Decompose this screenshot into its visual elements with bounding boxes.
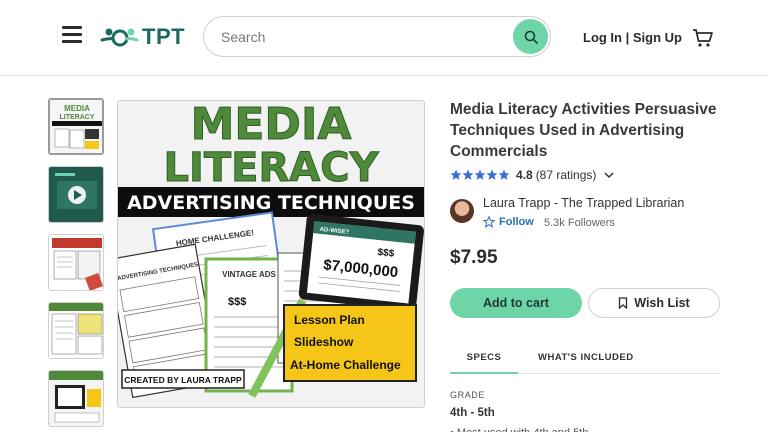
cover-banner: ADVERTISING TECHNIQUES xyxy=(127,192,415,214)
product-price: $7.95 xyxy=(450,247,498,268)
product-rating[interactable]: 4.8 (87 ratings) xyxy=(450,168,614,182)
search-icon xyxy=(524,30,538,44)
grade-note: • Most used with 4th and 5th xyxy=(450,427,588,432)
logo-mark-icon xyxy=(100,24,140,50)
grade-label: GRADE xyxy=(450,390,486,400)
thumbnail-4[interactable] xyxy=(48,302,104,359)
login-signup-link[interactable]: Log In | Sign Up xyxy=(583,30,682,45)
thumbnail-2[interactable] xyxy=(48,166,104,223)
followers-count: 5.3k Followers xyxy=(544,217,615,229)
add-to-cart-button[interactable]: Add to cart xyxy=(450,288,582,318)
seller-name[interactable]: Laura Trapp - The Trapped Librarian xyxy=(483,196,684,210)
site-header: TPT Log In | Sign Up xyxy=(0,0,768,76)
svg-text:MEDIA: MEDIA xyxy=(64,104,90,113)
logo-text: TPT xyxy=(142,24,186,49)
star-outline-icon xyxy=(483,216,495,228)
bookmark-icon xyxy=(619,297,628,309)
cart-icon[interactable] xyxy=(692,28,714,48)
cover-credit: CREATED BY LAURA TRAPP xyxy=(124,375,242,385)
thumbnail-1[interactable]: MEDIA LITERACY xyxy=(48,98,104,155)
product-tabs: SPECS WHAT'S INCLUDED xyxy=(450,344,720,374)
star-rating-icon xyxy=(450,169,510,181)
cover-vintage-ads: VINTAGE ADS xyxy=(222,270,276,279)
tpt-logo[interactable]: TPT xyxy=(100,24,185,50)
rating-score: 4.8 xyxy=(516,168,533,182)
cover-title-literacy: LITERACY xyxy=(163,145,379,191)
menu-icon[interactable] xyxy=(62,26,82,44)
chevron-down-icon xyxy=(604,172,614,179)
svg-text:LITERACY: LITERACY xyxy=(60,114,95,121)
tab-whats-included[interactable]: WHAT'S INCLUDED xyxy=(538,352,634,363)
cover-callout-challenge: At-Home Challenge xyxy=(290,358,401,372)
search-button[interactable] xyxy=(513,19,548,54)
cover-callout-slideshow: Slideshow xyxy=(294,335,354,349)
thumbnail-5[interactable] xyxy=(48,370,104,427)
rating-count: (87 ratings) xyxy=(535,168,597,182)
grade-value: 4th - 5th xyxy=(450,407,495,419)
follow-button[interactable]: Follow xyxy=(483,216,534,228)
wish-list-button[interactable]: Wish List xyxy=(588,288,720,318)
svg-text:$$$: $$$ xyxy=(228,296,246,308)
seller-info: Laura Trapp - The Trapped Librarian Foll… xyxy=(450,196,730,232)
product-main-image[interactable]: MEDIA LITERACY ADVERTISING TECHNIQUES HO… xyxy=(117,100,425,408)
follow-label: Follow xyxy=(499,216,534,228)
thumbnail-3[interactable] xyxy=(48,234,104,291)
tab-specs[interactable]: SPECS xyxy=(450,352,518,374)
wish-list-label: Wish List xyxy=(634,296,690,310)
cover-title-media: MEDIA xyxy=(191,101,352,150)
cover-callout-lesson: Lesson Plan xyxy=(294,313,365,327)
cover-tablet-dollars: $$$ xyxy=(377,247,395,260)
search-input[interactable] xyxy=(221,26,491,48)
seller-avatar[interactable] xyxy=(450,199,474,223)
product-title: Media Literacy Activities Persuasive Tec… xyxy=(450,101,717,160)
search-bar xyxy=(203,16,551,57)
